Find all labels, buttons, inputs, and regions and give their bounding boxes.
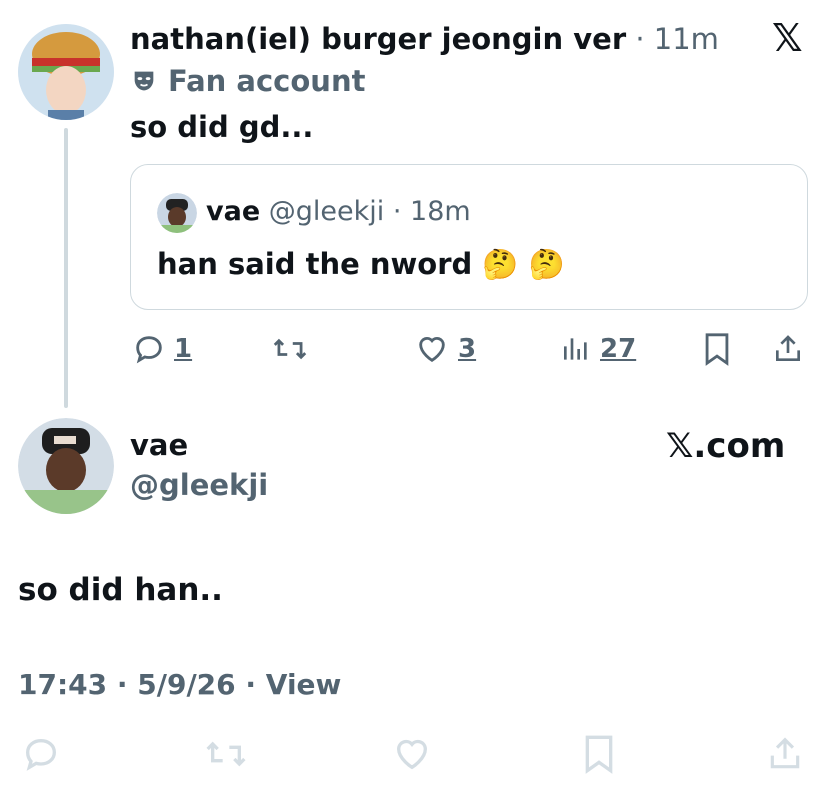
views-count: 27 bbox=[600, 334, 637, 364]
main-handle[interactable]: @gleekji bbox=[130, 468, 268, 502]
tweet-meta[interactable]: 17:43 · 5/9/26 · View bbox=[18, 668, 341, 701]
main-avatar[interactable] bbox=[18, 418, 114, 514]
retweet-icon bbox=[272, 332, 308, 366]
mask-icon bbox=[130, 67, 158, 95]
main-display-name[interactable]: vae bbox=[130, 428, 188, 462]
quote-text: han said the nword bbox=[157, 247, 473, 281]
bottom-like-icon[interactable] bbox=[390, 734, 434, 774]
quoted-tweet[interactable] bbox=[130, 164, 808, 310]
thread-line bbox=[64, 128, 68, 408]
reply-header: nathan(iel) burger jeongin ver · 11m bbox=[130, 22, 719, 56]
display-name[interactable]: nathan(iel) burger jeongin ver bbox=[130, 22, 626, 56]
avatar[interactable] bbox=[18, 24, 114, 120]
views-icon bbox=[560, 332, 592, 366]
reply-text: so did gd... bbox=[130, 110, 314, 144]
bottom-bookmark-icon[interactable] bbox=[582, 734, 616, 774]
main-tweet-text: so did han.. bbox=[18, 572, 223, 608]
bookmark-action[interactable] bbox=[702, 332, 732, 366]
close-x-icon[interactable]: 𝕏 bbox=[772, 18, 803, 58]
bookmark-icon bbox=[702, 332, 732, 366]
bottom-retweet-icon[interactable] bbox=[204, 734, 248, 774]
views-action[interactable]: 27 bbox=[560, 332, 636, 366]
quote-text-line: han said the nword 🤔 🤔 bbox=[157, 247, 565, 282]
badge-label: Fan account bbox=[168, 64, 366, 98]
like-icon bbox=[414, 332, 450, 366]
share-icon bbox=[772, 332, 804, 366]
like-count: 3 bbox=[458, 334, 477, 364]
reply-icon bbox=[132, 332, 166, 366]
separator: · bbox=[635, 22, 645, 56]
quote-header: vae @gleekji · 18m bbox=[206, 196, 471, 227]
like-action[interactable]: 3 bbox=[414, 332, 476, 366]
quote-handle: @gleekji bbox=[268, 196, 385, 227]
fan-account-badge: Fan account bbox=[130, 64, 365, 98]
reply-count: 1 bbox=[174, 334, 193, 364]
timestamp[interactable]: 11m bbox=[654, 22, 719, 56]
retweet-action[interactable] bbox=[272, 332, 308, 366]
quote-time: 18m bbox=[410, 196, 471, 227]
brand-logo: 𝕏.com bbox=[666, 426, 786, 466]
quote-avatar bbox=[157, 193, 197, 233]
quote-separator: · bbox=[392, 196, 402, 227]
reply-action[interactable]: 1 bbox=[132, 332, 192, 366]
bottom-share-icon[interactable] bbox=[766, 734, 804, 774]
thinking-emoji: 🤔 🤔 bbox=[482, 247, 565, 281]
quote-name: vae bbox=[206, 196, 261, 227]
bottom-reply-icon[interactable] bbox=[20, 734, 62, 774]
share-action[interactable] bbox=[772, 332, 804, 366]
